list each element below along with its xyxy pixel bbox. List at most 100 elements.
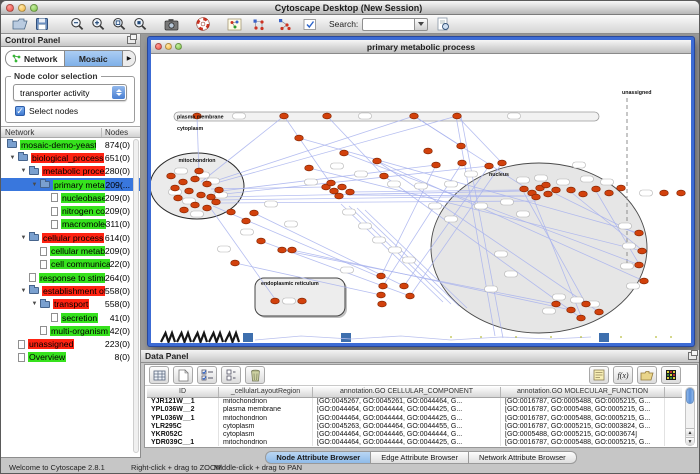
unselect-attributes-button[interactable] (221, 366, 241, 384)
network-node[interactable] (660, 190, 669, 196)
close-button[interactable] (6, 4, 14, 12)
tree-item[interactable]: ▼metabolic process280(0) (1, 165, 140, 178)
network-node[interactable] (453, 113, 462, 119)
tree-item[interactable]: ▼cellular process614(0) (1, 231, 140, 244)
network-node[interactable] (346, 189, 355, 195)
network-node[interactable] (552, 187, 561, 193)
network-node[interactable] (458, 160, 467, 166)
disclosure-triangle-icon[interactable]: ▼ (29, 301, 40, 307)
zoom-out-button[interactable] (67, 16, 86, 33)
network-node[interactable] (278, 247, 287, 253)
network-node[interactable] (567, 307, 576, 313)
network-node[interactable] (432, 162, 441, 168)
tree-item[interactable]: ▼transport558(0) (1, 298, 140, 311)
network-node[interactable] (174, 195, 183, 201)
zoom-in-button[interactable] (88, 16, 107, 33)
select-attributes-button[interactable] (197, 366, 217, 384)
table-column-header[interactable]: ID (147, 387, 219, 397)
tree-item[interactable]: multi-organism pro42(0) (1, 324, 140, 337)
scroll-down-button[interactable]: ▼ (686, 437, 694, 445)
help-button[interactable] (193, 16, 212, 33)
tree-item[interactable]: macromolecule311(0) (1, 218, 140, 231)
zoom-fit-button[interactable] (109, 16, 128, 33)
network-node[interactable] (377, 292, 386, 298)
network-node[interactable] (231, 260, 240, 266)
table-column-header[interactable]: _cellularLayoutRegion (219, 387, 313, 397)
network-node[interactable] (677, 190, 686, 196)
network-node[interactable] (579, 191, 588, 197)
network-node[interactable] (377, 273, 386, 279)
tree-item[interactable]: ▼biological_process651(0) (1, 151, 140, 164)
network-node[interactable] (250, 210, 259, 216)
network-node[interactable] (179, 179, 188, 185)
table-row[interactable]: YLR295Ccytoplasm[GO:0045263, GO:0044464,… (147, 423, 682, 431)
delete-attribute-button[interactable] (245, 366, 265, 384)
minimize-button[interactable] (18, 4, 26, 12)
search-input[interactable] (362, 18, 414, 31)
table-row[interactable]: YPL036W__2plasma membrane[GO:0044464, GO… (147, 406, 682, 414)
network-node[interactable] (378, 301, 387, 307)
network-node[interactable] (197, 192, 206, 198)
network-node[interactable] (498, 160, 507, 166)
network-node[interactable] (171, 185, 180, 191)
network-node[interactable] (257, 238, 266, 244)
disclosure-triangle-icon[interactable]: ▼ (29, 182, 40, 188)
network-node[interactable] (638, 248, 647, 254)
network-node[interactable] (567, 187, 576, 193)
network-node[interactable] (532, 194, 541, 200)
table-row[interactable]: YKR052Ccytoplasm[GO:0044464, GO:0044446,… (147, 431, 682, 439)
network-node[interactable] (406, 293, 415, 299)
zoom-selected-button[interactable] (130, 16, 149, 33)
network-view-frame[interactable]: primary metabolic process plasma membran… (148, 37, 694, 346)
tree-item[interactable]: cell communicat22(0) (1, 258, 140, 271)
network-node[interactable] (400, 283, 409, 289)
tree-item[interactable]: ▼primary metabolic209(... (1, 178, 140, 191)
network-node[interactable] (191, 176, 200, 182)
tree-column-nodes[interactable]: Nodes (102, 128, 140, 137)
network-node[interactable] (605, 190, 614, 196)
network-node[interactable] (288, 247, 297, 253)
tree-item[interactable]: secretion41(0) (1, 311, 140, 324)
network-node[interactable] (212, 199, 221, 205)
tree-item[interactable]: Overview8(0) (1, 351, 140, 364)
open-session-button[interactable] (10, 16, 29, 33)
table-row[interactable]: YPL036W__1mitochondrion[GO:0044464, GO:0… (147, 415, 682, 423)
network-node[interactable] (552, 301, 561, 307)
network-node[interactable] (577, 315, 586, 321)
disclosure-triangle-icon[interactable]: ▼ (18, 288, 29, 294)
new-attribute-button[interactable] (173, 366, 193, 384)
attribute-matrix-button[interactable] (661, 366, 681, 384)
network-node[interactable] (380, 173, 389, 179)
network-node[interactable] (203, 205, 212, 211)
network-node[interactable] (544, 191, 553, 197)
disclosure-triangle-icon[interactable]: ▼ (7, 155, 18, 161)
network-node[interactable] (271, 298, 280, 304)
network-node[interactable] (327, 180, 336, 186)
table-scrollbar[interactable]: ▲ ▼ (685, 387, 695, 446)
network-node[interactable] (373, 158, 382, 164)
network-node[interactable] (203, 181, 212, 187)
table-column-header[interactable]: annotation.GO MOLECULAR_FUNCTION (501, 387, 665, 397)
tab-scroll-right-button[interactable]: ▶ (122, 51, 135, 66)
scroll-up-button[interactable]: ▲ (686, 428, 694, 436)
tree-item[interactable]: response to stimul264(0) (1, 271, 140, 284)
attribute-editor-button[interactable] (589, 366, 609, 384)
tab-network[interactable]: Network (6, 51, 64, 66)
network-node[interactable] (191, 202, 200, 208)
network-node[interactable] (323, 113, 332, 119)
tree-column-network[interactable]: Network (1, 128, 102, 137)
network-node[interactable] (280, 113, 289, 119)
network-node[interactable] (338, 184, 347, 190)
network-node[interactable] (185, 188, 194, 194)
tree-item[interactable]: cellular metabo209(0) (1, 244, 140, 257)
attribute-grid-button[interactable] (149, 366, 169, 384)
scrollbar-thumb[interactable] (686, 388, 694, 404)
tree-item[interactable]: mosaic-demo-yeast874(0) (1, 138, 140, 151)
network-overview-button[interactable] (225, 16, 244, 33)
select-nodes-checkbox[interactable]: ✓ (15, 106, 25, 116)
float-panel-icon[interactable] (127, 36, 136, 44)
network-node[interactable] (195, 168, 204, 174)
network-node[interactable] (520, 186, 529, 192)
layout-2-button[interactable] (275, 16, 294, 33)
table-row[interactable]: YJR121W__1mitochondrion[GO:0045267, GO:0… (147, 398, 682, 406)
